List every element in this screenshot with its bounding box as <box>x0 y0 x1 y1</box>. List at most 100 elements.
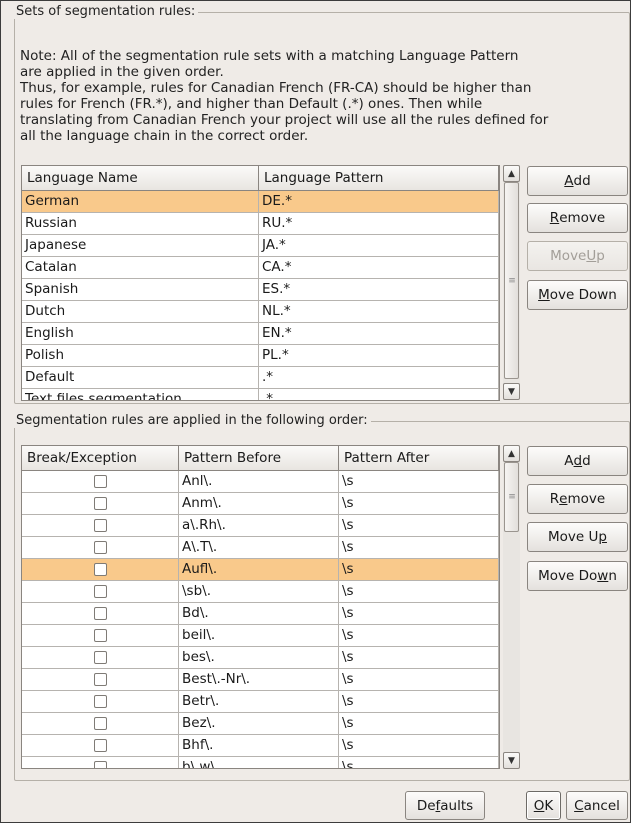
scroll-thumb[interactable]: ≡ <box>504 462 519 532</box>
rule-row[interactable]: \sb\. \s <box>22 581 499 603</box>
break-checkbox[interactable] <box>93 695 107 708</box>
pattern-before-cell: Best\.-Nr\. <box>179 669 339 690</box>
pattern-after-cell: \s <box>339 691 499 712</box>
scroll-thumb[interactable]: ≡ <box>504 182 519 379</box>
scroll-down-icon[interactable]: ▼ <box>503 752 520 769</box>
language-name-cell: Default <box>22 367 259 388</box>
pattern-after-cell: \s <box>339 669 499 690</box>
rule-row[interactable]: Bez\. \s <box>22 713 499 735</box>
language-row[interactable]: Dutch NL.* <box>22 301 499 323</box>
col-language-name[interactable]: Language Name <box>22 166 259 190</box>
break-exception-cell <box>22 669 179 690</box>
label-pre: Move <box>550 248 587 264</box>
rules-table[interactable]: Break/Exception Pattern Before Pattern A… <box>21 445 500 769</box>
language-row[interactable]: English EN.* <box>22 323 499 345</box>
language-row[interactable]: Catalan CA.* <box>22 257 499 279</box>
label-mnemonic: M <box>538 287 550 303</box>
label-pre: A <box>564 453 574 469</box>
note-line: rules for French (FR.*), and higher than… <box>20 96 483 112</box>
label-mnemonic: R <box>549 210 560 226</box>
rules-table-scrollbar[interactable]: ▲ ≡ ▼ <box>503 445 520 769</box>
scroll-up-icon[interactable]: ▲ <box>503 165 520 182</box>
sets-group-title: Sets of segmentation rules: <box>14 4 199 19</box>
rule-row[interactable]: beil\. \s <box>22 625 499 647</box>
break-checkbox[interactable] <box>93 585 107 598</box>
sets-move-down-button[interactable]: Move Down <box>527 280 628 310</box>
language-row[interactable]: Default .* <box>22 367 499 389</box>
rule-row[interactable]: a\.Rh\. \s <box>22 515 499 537</box>
label-mnemonic: w <box>597 568 609 584</box>
break-exception-cell <box>22 625 179 646</box>
col-pattern-after[interactable]: Pattern After <box>339 446 499 470</box>
rule-row[interactable]: Aufl\. \s <box>22 559 499 581</box>
language-name-cell: Russian <box>22 213 259 234</box>
label-mnemonic: p <box>598 529 607 545</box>
break-checkbox[interactable] <box>93 475 107 488</box>
break-exception-cell <box>22 537 179 558</box>
language-row[interactable]: Japanese JA.* <box>22 235 499 257</box>
language-name-cell: Text files segmentation <box>22 389 259 400</box>
language-pattern-cell: NL.* <box>259 301 499 322</box>
break-checkbox[interactable] <box>93 739 107 752</box>
rule-row[interactable]: b\.w\. \s <box>22 757 499 768</box>
break-checkbox[interactable] <box>93 717 107 730</box>
pattern-after-cell: \s <box>339 515 499 536</box>
col-language-pattern[interactable]: Language Pattern <box>259 166 499 190</box>
label-post: dd <box>573 173 591 189</box>
pattern-after-cell: \s <box>339 757 499 768</box>
label-post: ancel <box>583 797 620 814</box>
rule-row[interactable]: Best\.-Nr\. \s <box>22 669 499 691</box>
scroll-up-icon[interactable]: ▲ <box>503 445 520 462</box>
label-pre: Move U <box>548 529 599 545</box>
sets-remove-button[interactable]: Remove <box>527 203 628 233</box>
label-post: move <box>567 491 606 507</box>
rule-row[interactable]: Anl\. \s <box>22 471 499 493</box>
sets-move-up-button[interactable]: Move Up <box>527 241 628 271</box>
rules-move-down-button[interactable]: Move Do w n <box>527 561 628 591</box>
defaults-button[interactable]: De f aults <box>405 791 485 820</box>
label-post: aults <box>440 797 474 814</box>
break-checkbox[interactable] <box>93 607 107 620</box>
break-checkbox[interactable] <box>93 563 107 576</box>
language-table-scrollbar[interactable]: ▲ ≡ ▼ <box>503 165 520 400</box>
rule-row[interactable]: A\.T\. \s <box>22 537 499 559</box>
label-mnemonic: C <box>574 797 584 814</box>
cancel-button[interactable]: Cancel <box>566 791 628 820</box>
break-checkbox[interactable] <box>93 629 107 642</box>
break-checkbox[interactable] <box>93 519 107 532</box>
rules-move-up-button[interactable]: Move Up <box>527 522 628 552</box>
rule-row[interactable]: Anm\. \s <box>22 493 499 515</box>
sets-add-button[interactable]: Add <box>527 166 628 196</box>
rules-group-title: Segmentation rules are applied in the fo… <box>14 413 371 428</box>
note-line: all the language chain in the correct or… <box>20 128 309 144</box>
pattern-after-cell: \s <box>339 493 499 514</box>
break-checkbox[interactable] <box>93 761 107 768</box>
language-row[interactable]: Spanish ES.* <box>22 279 499 301</box>
break-checkbox[interactable] <box>93 673 107 686</box>
ok-button[interactable]: OK <box>526 791 561 820</box>
rule-row[interactable]: Betr\. \s <box>22 691 499 713</box>
break-checkbox[interactable] <box>93 651 107 664</box>
break-checkbox[interactable] <box>93 541 107 554</box>
rules-table-header: Break/Exception Pattern Before Pattern A… <box>22 446 499 471</box>
language-row[interactable]: German DE.* <box>22 191 499 213</box>
rules-add-button[interactable]: Add <box>527 446 628 476</box>
language-row[interactable]: Polish PL.* <box>22 345 499 367</box>
pattern-before-cell: \sb\. <box>179 581 339 602</box>
language-table[interactable]: Language Name Language Pattern German DE.… <box>21 165 500 401</box>
rule-row[interactable]: bes\. \s <box>22 647 499 669</box>
rule-row[interactable]: Bhf\. \s <box>22 735 499 757</box>
rule-row[interactable]: Bd\. \s <box>22 603 499 625</box>
rules-remove-button[interactable]: Re move <box>527 484 628 514</box>
break-checkbox[interactable] <box>93 497 107 510</box>
language-name-cell: Spanish <box>22 279 259 300</box>
col-break-exception[interactable]: Break/Exception <box>22 446 179 470</box>
col-pattern-before[interactable]: Pattern Before <box>179 446 339 470</box>
pattern-after-cell: \s <box>339 471 499 492</box>
language-row[interactable]: Text files segmentation .* <box>22 389 499 400</box>
label-mnemonic: e <box>559 491 568 507</box>
label-post: ove Down <box>549 287 617 303</box>
language-row[interactable]: Russian RU.* <box>22 213 499 235</box>
break-exception-cell <box>22 713 179 734</box>
scroll-down-icon[interactable]: ▼ <box>503 383 520 400</box>
